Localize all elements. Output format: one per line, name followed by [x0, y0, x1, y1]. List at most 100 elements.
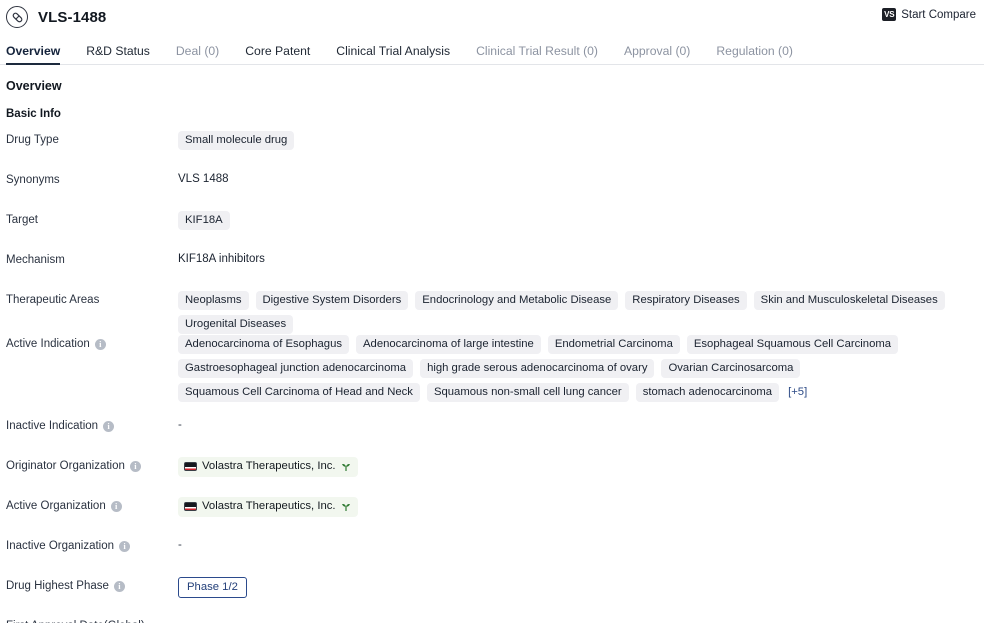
label-therapeutic-areas: Therapeutic Areas [6, 290, 178, 307]
info-icon[interactable]: i [103, 420, 115, 432]
chip-target[interactable]: KIF18A [178, 211, 230, 230]
row-inactive-organization: Inactive Organization i - [6, 536, 978, 576]
chip-originator-organization-label: Volastra Therapeutics, Inc. [202, 460, 336, 472]
label-drug-highest-phase-text: Drug Highest Phase [6, 580, 109, 592]
tab-regulation[interactable]: Regulation (0) [703, 45, 806, 64]
pill-icon [6, 6, 28, 28]
tab-overview[interactable]: Overview [6, 45, 73, 66]
tab-deal[interactable]: Deal (0) [163, 45, 232, 64]
page-header: VLS-1488 VS Start Compare [0, 0, 984, 34]
info-icon[interactable]: i [129, 460, 141, 472]
label-first-approval-date-text: First Approval Date(Global) [6, 619, 145, 623]
label-active-indication-text: Active Indication [6, 338, 90, 350]
chip-drug-type[interactable]: Small molecule drug [178, 131, 295, 150]
label-active-organization: Active Organization i [6, 496, 178, 513]
chip-active-indication[interactable]: Squamous non-small cell lung cancer [426, 383, 629, 402]
chip-active-indication[interactable]: Squamous Cell Carcinoma of Head and Neck [178, 383, 420, 402]
label-inactive-indication-text: Inactive Indication [6, 420, 99, 432]
label-active-indication: Active Indication i [6, 334, 178, 351]
chip-active-indication[interactable]: Gastroesophageal junction adenocarcinoma [178, 359, 414, 378]
row-first-approval-date: First Approval Date(Global) - [6, 616, 978, 623]
label-drug-highest-phase: Drug Highest Phase i [6, 576, 178, 593]
value-inactive-organization: - [178, 536, 978, 551]
text-mechanism: KIF18A inhibitors [178, 253, 265, 265]
row-originator-organization: Originator Organization i Volastra Thera… [6, 456, 978, 496]
overview-panel: Overview Basic Info Drug Type Small mole… [0, 65, 984, 623]
chip-drug-highest-phase[interactable]: Phase 1/2 [178, 577, 247, 598]
row-drug-type: Drug Type Small molecule drug [6, 130, 978, 170]
company-logo-icon [184, 502, 197, 511]
chip-therapeutic-area[interactable]: Skin and Musculoskeletal Diseases [753, 291, 945, 310]
label-target-text: Target [6, 214, 38, 226]
label-mechanism-text: Mechanism [6, 254, 65, 266]
label-active-organization-text: Active Organization [6, 500, 106, 512]
tab-clinical-trial-result[interactable]: Clinical Trial Result (0) [463, 45, 611, 64]
company-logo-icon [184, 462, 197, 471]
label-first-approval-date: First Approval Date(Global) [6, 616, 178, 623]
label-originator-organization-text: Originator Organization [6, 460, 125, 472]
info-icon[interactable]: i [94, 338, 106, 350]
vs-badge-icon: VS [882, 8, 897, 21]
label-target: Target [6, 210, 178, 227]
chip-active-organization-label: Volastra Therapeutics, Inc. [202, 500, 336, 512]
chip-therapeutic-area[interactable]: Endocrinology and Metabolic Disease [415, 291, 619, 310]
row-inactive-indication: Inactive Indication i - [6, 416, 978, 456]
tab-rd-status[interactable]: R&D Status [73, 45, 163, 64]
chip-therapeutic-area[interactable]: Urogenital Diseases [178, 315, 294, 334]
label-originator-organization: Originator Organization i [6, 456, 178, 473]
row-mechanism: Mechanism KIF18A inhibitors [6, 250, 978, 290]
label-synonyms: Synonyms [6, 170, 178, 187]
info-icon[interactable]: i [110, 500, 122, 512]
row-active-indication: Active Indication i Adenocarcinoma of Es… [6, 334, 978, 416]
label-mechanism: Mechanism [6, 250, 178, 267]
text-inactive-indication: - [178, 419, 182, 431]
label-inactive-indication: Inactive Indication i [6, 416, 178, 433]
value-inactive-indication: - [178, 416, 978, 431]
start-compare-button[interactable]: VS Start Compare [882, 8, 976, 21]
chip-active-organization[interactable]: Volastra Therapeutics, Inc. [178, 497, 358, 517]
row-synonyms: Synonyms VLS 1488 [6, 170, 978, 210]
text-inactive-organization: - [178, 539, 182, 551]
row-therapeutic-areas: Therapeutic Areas Neoplasms Digestive Sy… [6, 290, 978, 334]
label-drug-type: Drug Type [6, 130, 178, 147]
chip-therapeutic-area[interactable]: Neoplasms [178, 291, 249, 310]
chip-active-indication[interactable]: Adenocarcinoma of Esophagus [178, 335, 350, 354]
chip-active-indication[interactable]: high grade serous adenocarcinoma of ovar… [420, 359, 655, 378]
sprout-icon [341, 503, 350, 511]
value-target: KIF18A [178, 210, 978, 230]
chip-active-indication[interactable]: Ovarian Carcinosarcoma [661, 359, 801, 378]
info-icon[interactable]: i [119, 540, 131, 552]
value-synonyms: VLS 1488 [178, 170, 978, 185]
tab-bar: Overview R&D Status Deal (0) Core Patent… [0, 37, 984, 66]
basic-info-subtitle: Basic Info [6, 108, 61, 120]
info-icon[interactable]: i [113, 580, 125, 592]
label-synonyms-text: Synonyms [6, 174, 60, 186]
chip-therapeutic-area[interactable]: Digestive System Disorders [255, 291, 409, 310]
label-inactive-organization-text: Inactive Organization [6, 540, 115, 552]
value-therapeutic-areas: Neoplasms Digestive System Disorders End… [178, 290, 978, 334]
text-first-approval-date: - [178, 617, 182, 623]
tab-approval[interactable]: Approval (0) [611, 45, 703, 64]
label-drug-type-text: Drug Type [6, 134, 59, 146]
label-therapeutic-areas-text: Therapeutic Areas [6, 294, 100, 306]
chip-active-indication[interactable]: Endometrial Carcinoma [547, 335, 680, 354]
value-drug-highest-phase: Phase 1/2 [178, 576, 978, 598]
chip-active-indication[interactable]: Adenocarcinoma of large intestine [356, 335, 541, 354]
row-active-organization: Active Organization i Volastra Therapeut… [6, 496, 978, 536]
value-active-organization: Volastra Therapeutics, Inc. [178, 496, 978, 517]
tab-clinical-trial-analysis[interactable]: Clinical Trial Analysis [323, 45, 463, 64]
value-mechanism: KIF18A inhibitors [178, 250, 978, 265]
text-synonyms: VLS 1488 [178, 173, 229, 185]
show-more-indications-link[interactable]: [+5] [786, 383, 809, 402]
value-drug-type: Small molecule drug [178, 130, 978, 150]
tab-core-patent[interactable]: Core Patent [232, 45, 323, 64]
value-active-indication: Adenocarcinoma of Esophagus Adenocarcino… [178, 334, 978, 402]
chip-active-indication[interactable]: stomach adenocarcinoma [635, 383, 780, 402]
chip-therapeutic-area[interactable]: Respiratory Diseases [625, 291, 747, 310]
chip-originator-organization[interactable]: Volastra Therapeutics, Inc. [178, 457, 358, 477]
chip-active-indication[interactable]: Esophageal Squamous Cell Carcinoma [686, 335, 899, 354]
sprout-icon [341, 463, 350, 471]
label-inactive-organization: Inactive Organization i [6, 536, 178, 553]
value-first-approval-date: - [178, 616, 978, 623]
row-target: Target KIF18A [6, 210, 978, 250]
